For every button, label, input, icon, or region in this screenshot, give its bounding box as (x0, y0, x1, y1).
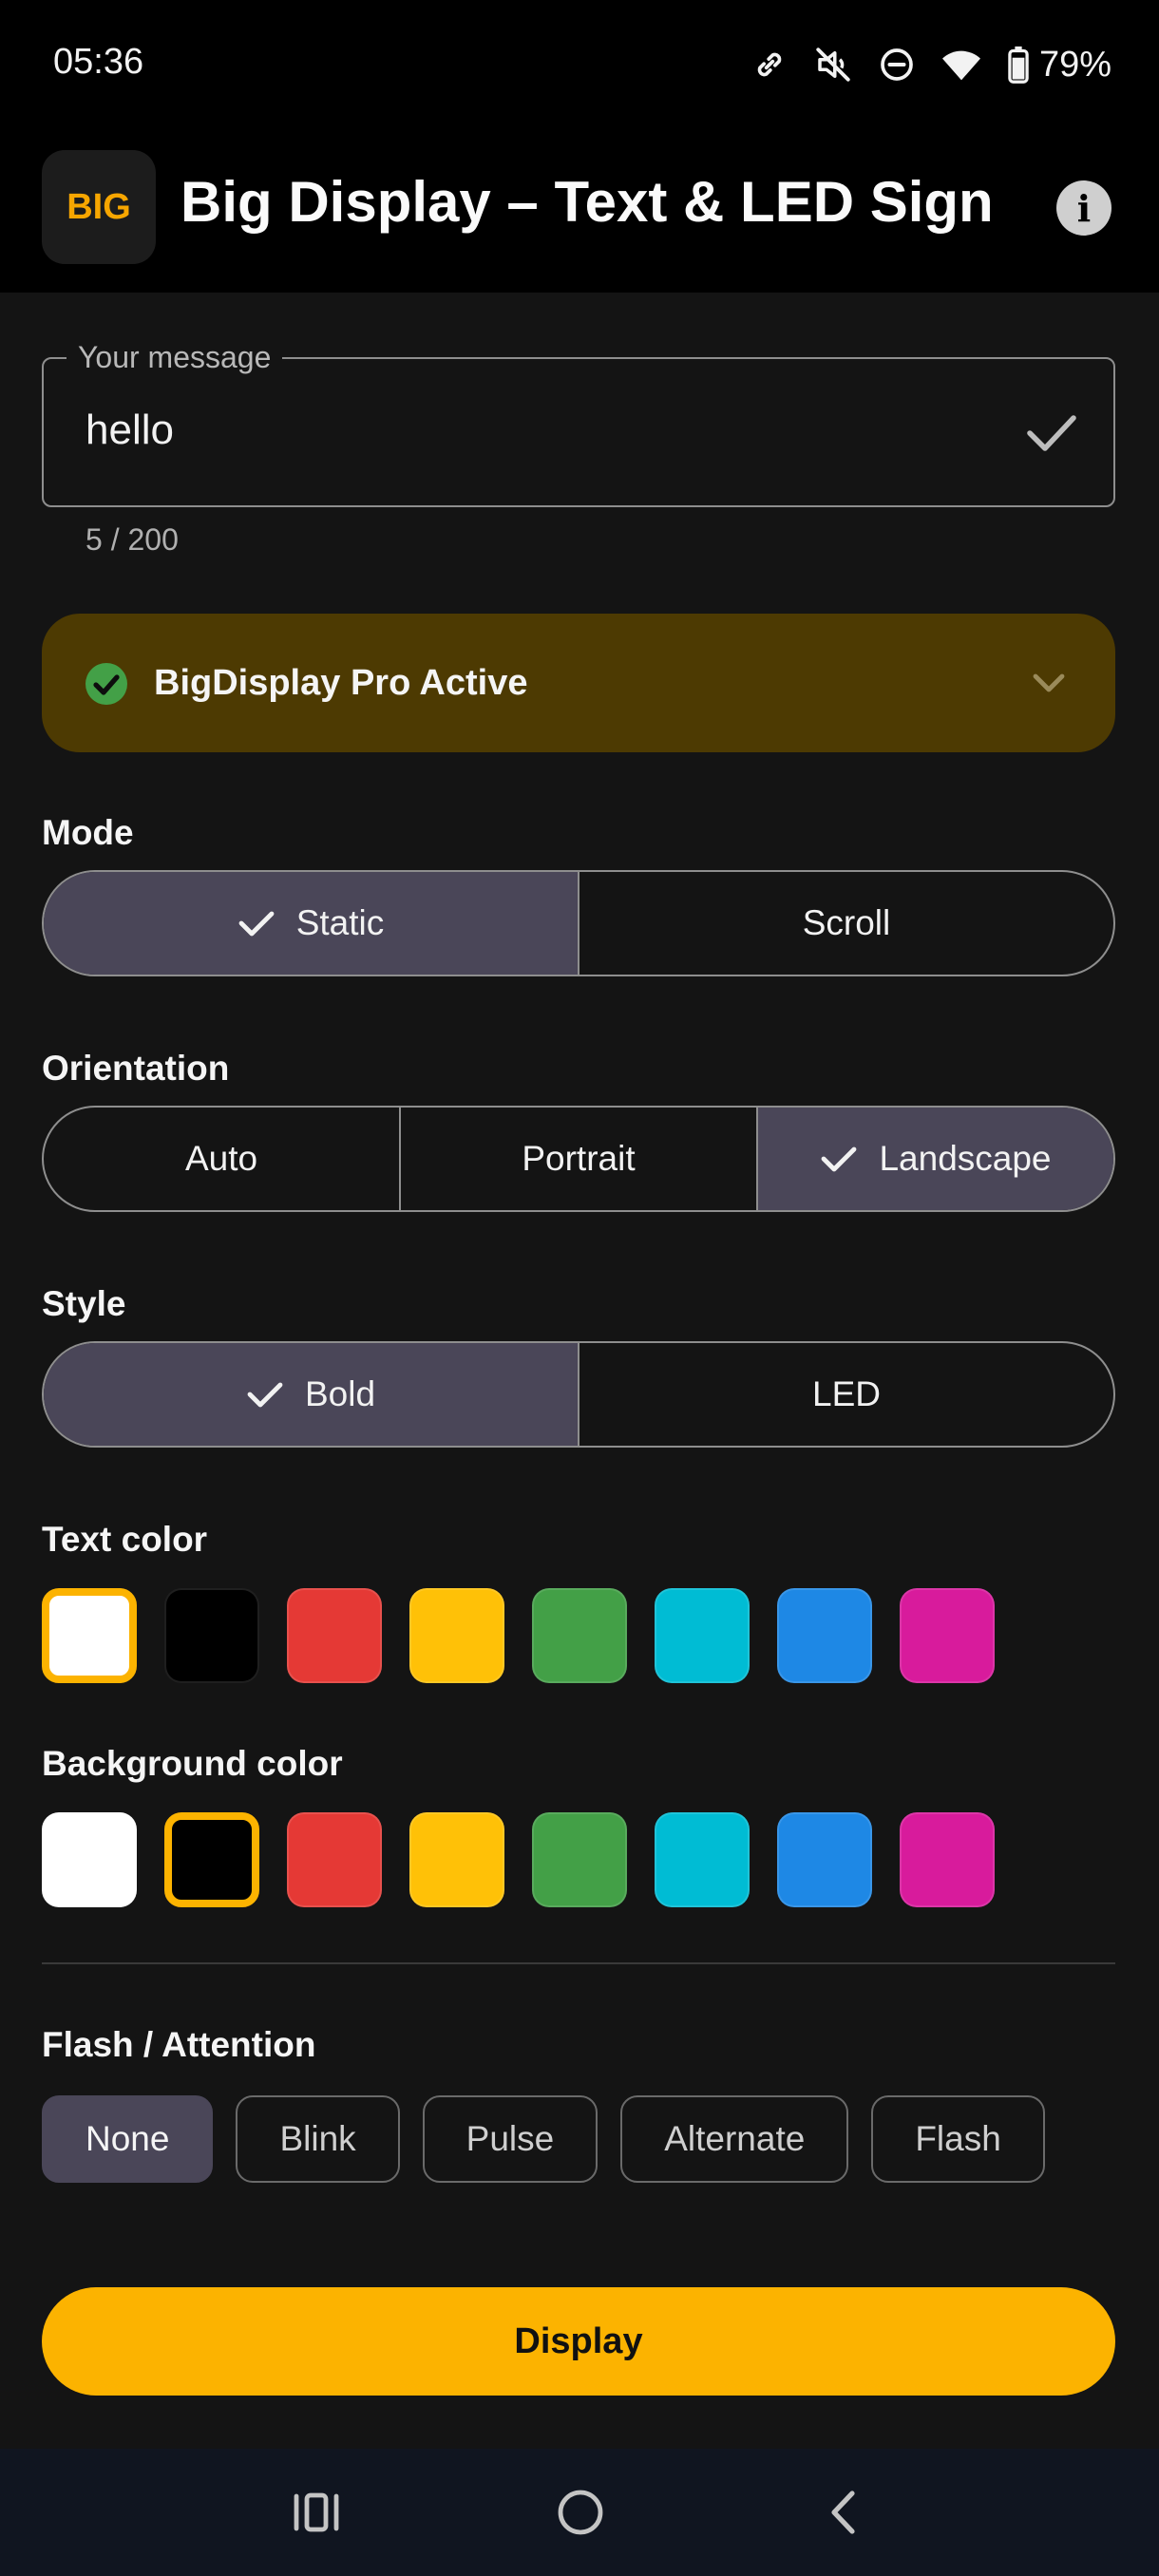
mute-icon (816, 47, 850, 82)
style-option-led[interactable]: LED (580, 1343, 1113, 1446)
message-label: Your message (66, 340, 283, 375)
chevron-down-icon[interactable] (1030, 669, 1068, 695)
background-color-swatch[interactable] (900, 1812, 995, 1907)
dnd-icon (881, 48, 913, 81)
flash-chip-row[interactable]: None Blink Pulse Alternate Flash (42, 2095, 1115, 2183)
orientation-selector: Auto Portrait Landscape (42, 1106, 1115, 1212)
pro-status-label: BigDisplay Pro Active (154, 663, 528, 703)
battery-percentage: 79% (1038, 44, 1112, 85)
text-color-swatch[interactable] (655, 1588, 750, 1683)
mode-option-scroll[interactable]: Scroll (580, 872, 1113, 975)
wifi-icon (941, 50, 980, 81)
background-color-swatch[interactable] (777, 1812, 872, 1907)
orientation-option-label: Portrait (522, 1139, 636, 1178)
text-color-swatch[interactable] (777, 1588, 872, 1683)
battery-icon (1008, 46, 1029, 84)
style-label: Style (42, 1284, 126, 1323)
status-time: 05:36 (53, 42, 144, 82)
app-logo: BIG (42, 150, 156, 264)
style-selector: Bold LED (42, 1341, 1115, 1448)
pro-status-banner[interactable]: BigDisplay Pro Active (42, 614, 1115, 752)
orientation-option-label: Auto (184, 1139, 258, 1178)
background-color-label: Background color (42, 1744, 343, 1783)
flash-chip-none[interactable]: None (42, 2095, 214, 2183)
orientation-label: Orientation (42, 1049, 230, 1088)
flash-chip-blink[interactable]: Blink (236, 2095, 400, 2183)
display-button[interactable]: Display (42, 2287, 1115, 2396)
status-bar: 05:36 79% (0, 0, 1159, 133)
link-icon (757, 52, 782, 77)
orientation-option-auto[interactable]: Auto (44, 1108, 401, 1210)
recent-apps-icon[interactable] (291, 2487, 342, 2538)
flash-chip-pulse[interactable]: Pulse (422, 2095, 598, 2183)
background-color-swatch[interactable] (42, 1812, 137, 1907)
check-circle-icon (86, 663, 127, 705)
mode-option-label: Scroll (802, 903, 891, 942)
mode-selector: Static Scroll (42, 870, 1115, 976)
checkmark-icon[interactable] (1026, 412, 1077, 454)
mode-label: Mode (42, 813, 134, 852)
text-color-swatch[interactable] (900, 1588, 995, 1683)
checkmark-icon (238, 911, 275, 937)
text-color-swatch[interactable] (409, 1588, 504, 1683)
info-icon: i (1076, 186, 1092, 230)
message-counter: 5 / 200 (86, 522, 179, 557)
text-color-swatch[interactable] (287, 1588, 382, 1683)
checkmark-icon (822, 1146, 857, 1172)
flash-chip-flash[interactable]: Flash (871, 2095, 1045, 2183)
mode-option-label: Static (295, 903, 385, 942)
text-color-label: Text color (42, 1520, 208, 1559)
flash-label: Flash / Attention (42, 2025, 316, 2064)
background-color-swatch[interactable] (409, 1812, 504, 1907)
divider (42, 1962, 1115, 1964)
background-color-swatch[interactable] (287, 1812, 382, 1907)
app-bar: BIG Big Display – Text & LED Sign i (0, 133, 1159, 293)
text-color-swatch[interactable] (42, 1588, 137, 1683)
text-color-swatch[interactable] (532, 1588, 627, 1683)
app-title: Big Display – Text & LED Sign (180, 170, 994, 234)
orientation-option-portrait[interactable]: Portrait (401, 1108, 758, 1210)
home-icon[interactable] (555, 2487, 606, 2538)
style-option-bold[interactable]: Bold (44, 1343, 580, 1446)
style-option-label: LED (812, 1374, 881, 1413)
orientation-option-landscape[interactable]: Landscape (758, 1108, 1113, 1210)
mode-option-static[interactable]: Static (44, 872, 580, 975)
text-color-swatch[interactable] (164, 1588, 259, 1683)
status-icons: 79% (750, 38, 1112, 91)
flash-chip-alternate[interactable]: Alternate (620, 2095, 849, 2183)
background-color-swatch[interactable] (532, 1812, 627, 1907)
style-option-label: Bold (304, 1374, 376, 1413)
navigation-bar (0, 2449, 1159, 2576)
checkmark-icon (247, 1382, 283, 1408)
background-color-swatch[interactable] (164, 1812, 259, 1907)
back-icon[interactable] (819, 2487, 870, 2538)
background-color-swatches (42, 1812, 995, 1907)
background-color-swatch[interactable] (655, 1812, 750, 1907)
info-button[interactable]: i (1056, 180, 1112, 236)
text-color-swatches (42, 1588, 995, 1683)
message-value[interactable]: hello (86, 407, 174, 454)
message-input[interactable]: Your message hello (42, 340, 1115, 507)
orientation-option-label: Landscape (879, 1139, 1052, 1178)
